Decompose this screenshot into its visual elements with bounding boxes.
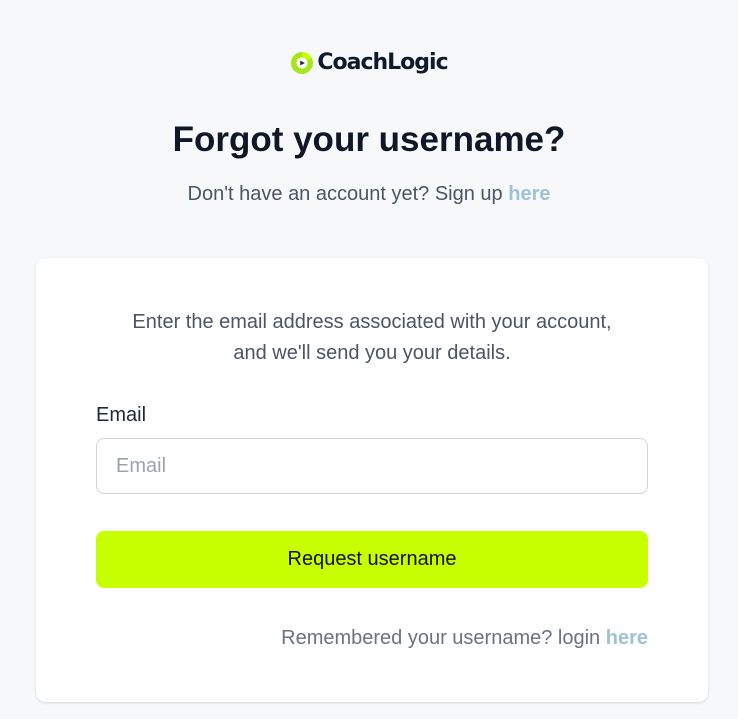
request-username-button[interactable]: Request username [96,531,648,588]
signup-link[interactable]: here [508,183,550,205]
signup-prompt: Don't have an account yet? Sign up here [0,183,738,206]
login-prompt: Remembered your username? login here [281,627,648,650]
email-label: Email [96,404,147,426]
email-input[interactable] [96,438,648,494]
instructions-text: Enter the email address associated with … [36,307,708,369]
forgot-username-card: Enter the email address associated with … [36,258,708,702]
login-link[interactable]: here [606,627,648,649]
instructions-line-2: and we'll send you your details. [233,342,511,364]
page-title: Forgot your username? [172,120,566,159]
coachlogic-logo-icon [291,51,314,74]
signup-prompt-text: Don't have an account yet? Sign up [187,183,503,205]
login-prompt-text: Remembered your username? login [281,627,601,649]
instructions-line-1: Enter the email address associated with … [132,311,612,333]
brand-logo[interactable]: CoachLogic [0,50,738,75]
brand-name: CoachLogic [317,50,448,75]
